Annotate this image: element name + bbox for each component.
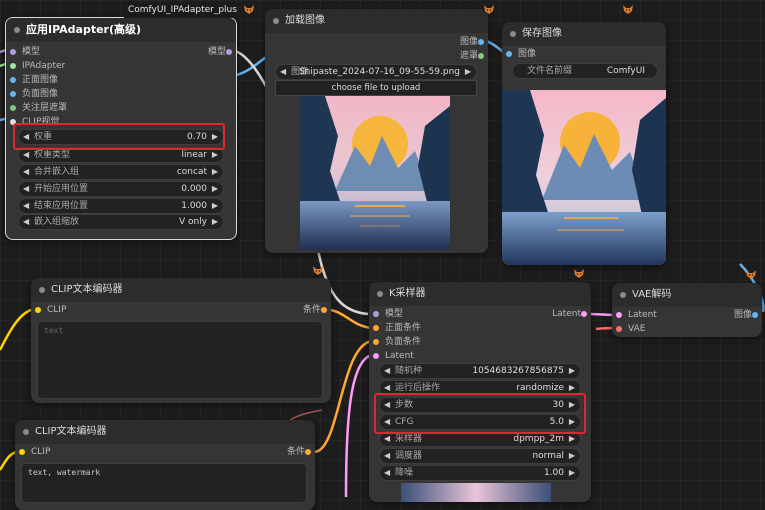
arrow-left-icon[interactable]: ◀ [384,466,390,480]
widget-denoise[interactable]: ◀ 降噪 1.00 ▶ [379,465,581,481]
node-collapse-dot[interactable] [377,291,383,297]
input-slot-negative[interactable]: 负面条件 [373,335,421,349]
node-collapse-dot[interactable] [14,27,20,33]
input-slot-latent[interactable]: Latent [616,308,657,322]
widget-embeds-scaling[interactable]: ◀ 嵌入组缩放 V only ▶ [18,214,224,230]
widget-scheduler[interactable]: ◀ 调度器 normal ▶ [379,448,581,464]
upload-button[interactable]: choose file to upload [275,80,477,96]
input-slot-negative-image[interactable]: 负面图像 [10,87,58,101]
ipadapter-node-title: 应用IPAdapter(高级) [26,23,142,36]
load-image-node-header[interactable]: 加载图像 [265,9,488,33]
arrow-right-icon[interactable]: ▶ [212,165,218,179]
clip-encoder-1-header[interactable]: CLIP文本编码器 [31,278,331,302]
widget-image-select[interactable]: ◀ 图像 Snipaste_2024-07-16_09-55-59.png ▶ [275,64,477,80]
input-slot-attention-mask[interactable]: 关注层遮罩 [10,101,67,115]
prompt-textarea-positive[interactable]: text [37,321,323,399]
load-image-node-title: 加载图像 [285,15,325,26]
wire-image-to-ipadapter [232,54,269,78]
node-collapse-dot[interactable] [510,31,516,37]
landscape-image-icon [300,96,450,250]
vae-decode-node-title: VAE解码 [632,289,672,300]
node-collapse-dot[interactable] [273,18,279,24]
prompt-textarea-negative[interactable]: text, watermark [21,463,307,503]
ipadapter-node-header[interactable]: 应用IPAdapter(高级) [6,18,236,42]
arrow-left-icon[interactable]: ◀ [384,432,390,446]
arrow-right-icon[interactable]: ▶ [569,432,575,446]
output-slot-image[interactable]: 图像 [734,308,758,322]
input-slot-latent[interactable]: Latent [373,349,414,363]
arrow-right-icon[interactable]: ▶ [569,364,575,378]
arrow-left-icon[interactable]: ◀ [23,199,29,213]
arrow-left-icon[interactable]: ◀ [23,148,29,162]
arrow-left-icon[interactable]: ◀ [23,182,29,196]
fox-badge-icon [484,5,494,14]
node-collapse-dot[interactable] [23,429,29,435]
arrow-left-icon[interactable]: ◀ [23,165,29,179]
output-slot-mask[interactable]: 遮罩 [460,49,484,63]
input-slot-model[interactable]: 模型 [10,45,40,59]
fox-badge-icon [244,5,254,14]
fox-badge-icon [574,269,584,278]
arrow-right-icon[interactable]: ▶ [212,199,218,213]
fox-badge-icon [746,270,756,279]
node-collapse-dot[interactable] [620,292,626,298]
arrow-left-icon[interactable]: ◀ [384,449,390,463]
widget-end-at[interactable]: ◀ 结束应用位置 1.000 ▶ [18,198,224,214]
input-slot-positive[interactable]: 正面条件 [373,321,421,335]
save-image-node[interactable]: 保存图像 图像 文件名前缀 ComfyUI [502,22,666,265]
input-slot-clip[interactable]: CLIP [35,303,66,317]
wire-clip-1 [0,307,35,351]
output-slot-latent[interactable]: Latent [552,307,587,321]
arrow-right-icon[interactable]: ▶ [465,65,471,79]
node-collapse-dot[interactable] [39,287,45,293]
clip-encoder-1-title: CLIP文本编码器 [51,284,123,295]
ksampler-node-header[interactable]: K采样器 [369,282,591,306]
input-slot-model[interactable]: 模型 [373,307,403,321]
ksampler-preview-image [401,483,551,502]
vae-decode-node-header[interactable]: VAE解码 [612,283,762,307]
group-label: ComfyUI_IPAdapter_plus [124,3,241,18]
preview-image-icon [401,483,551,502]
output-slot-image[interactable]: 图像 [460,35,484,49]
arrow-right-icon[interactable]: ▶ [212,148,218,162]
save-image-node-title: 保存图像 [522,28,562,39]
arrow-left-icon[interactable]: ◀ [384,364,390,378]
ksampler-node-title: K采样器 [389,288,426,299]
widget-combine-embeds[interactable]: ◀ 合并嵌入组 concat ▶ [18,164,224,180]
input-slot-image[interactable]: 图像 [506,47,536,61]
wire-faint [289,409,323,421]
save-image-node-header[interactable]: 保存图像 [502,22,666,46]
landscape-image-icon [502,90,666,265]
load-image-node[interactable]: 加载图像 图像 遮罩 ◀ 图像 Snipaste_2024-07-16_09-5… [265,9,488,253]
widget-filename-prefix[interactable]: 文件名前缀 ComfyUI [512,63,658,79]
output-slot-model[interactable]: 模型 [208,45,232,59]
arrow-right-icon[interactable]: ▶ [569,449,575,463]
saved-image-preview [502,90,666,265]
clip-encoder-2-header[interactable]: CLIP文本编码器 [15,420,315,444]
widget-start-at[interactable]: ◀ 开始应用位置 0.000 ▶ [18,181,224,197]
input-slot-positive-image[interactable]: 正面图像 [10,73,58,87]
input-slot-ipadapter[interactable]: IPAdapter [10,59,65,73]
vae-decode-node[interactable]: VAE解码 Latent 图像 VAE [612,283,762,337]
ksampler-node[interactable]: K采样器 模型 Latent 正面条件 负面条件 Latent ◀ 随机种 10… [369,282,591,502]
clip-text-encoder-positive-node[interactable]: CLIP文本编码器 CLIP 条件 text [31,278,331,403]
input-slot-vae[interactable]: VAE [616,322,645,336]
input-slot-clip[interactable]: CLIP [19,445,50,459]
arrow-right-icon[interactable]: ▶ [212,215,218,229]
clip-encoder-2-title: CLIP文本编码器 [35,426,107,437]
fox-badge-icon [623,5,633,14]
arrow-left-icon[interactable]: ◀ [23,215,29,229]
fox-badge-icon [313,266,323,275]
arrow-right-icon[interactable]: ▶ [569,466,575,480]
output-slot-conditioning[interactable]: 条件 [303,303,327,317]
widget-seed[interactable]: ◀ 随机种 1054683267856875 ▶ [379,363,581,379]
highlight-box-steps-cfg [374,393,586,434]
highlight-box-weight [13,123,225,150]
arrow-right-icon[interactable]: ▶ [212,182,218,196]
arrow-left-icon[interactable]: ◀ [280,65,286,79]
output-slot-conditioning[interactable]: 条件 [287,445,311,459]
loaded-image-preview [300,96,450,250]
